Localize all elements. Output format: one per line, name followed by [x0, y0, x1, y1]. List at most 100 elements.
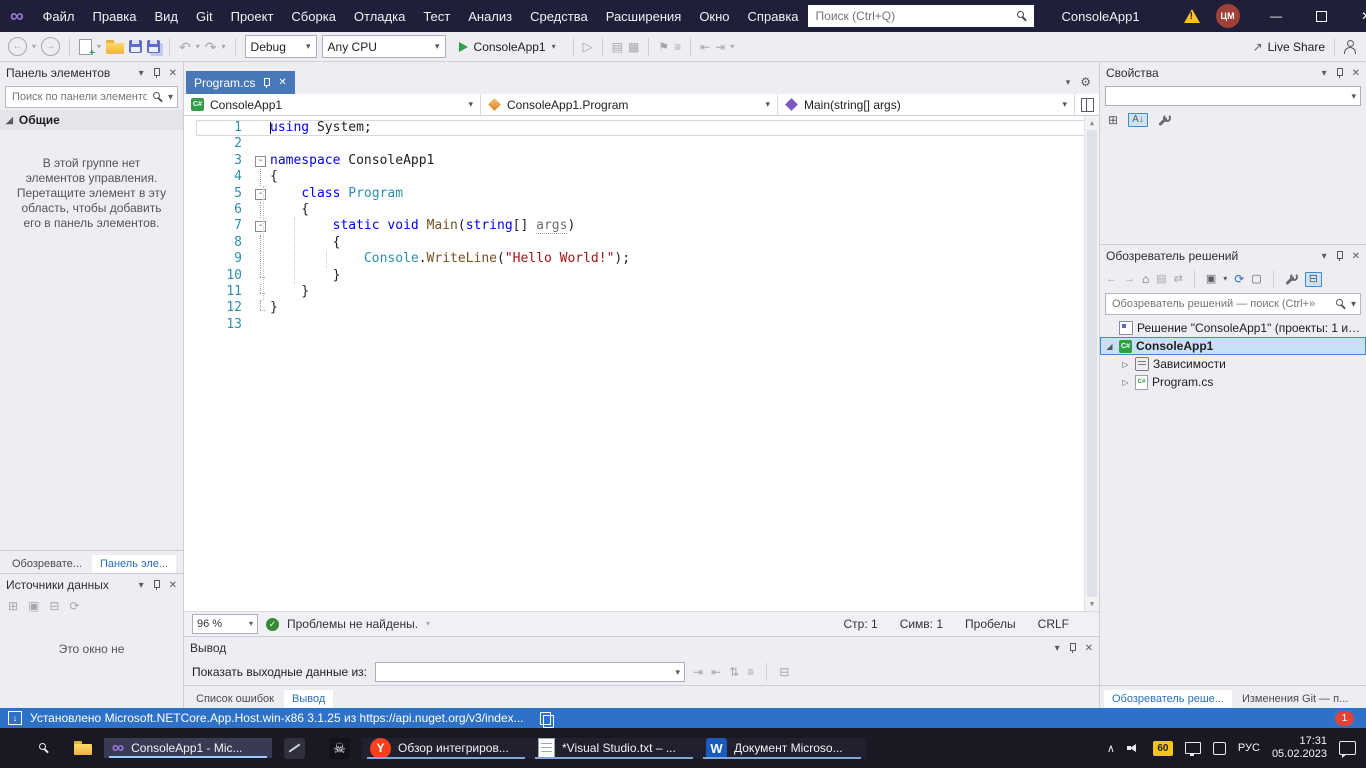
- output-header[interactable]: Вывод ▾ ✕: [184, 637, 1099, 659]
- taskbar-clock[interactable]: 17:31 05.02.2023: [1272, 735, 1327, 761]
- data-sources-header[interactable]: Источники данных ▾ ✕: [0, 574, 183, 596]
- code-line[interactable]: 3namespace ConsoleApp1: [196, 153, 1099, 169]
- menu-item[interactable]: Файл: [34, 0, 84, 32]
- chevron-down-icon[interactable]: ▾: [168, 92, 173, 103]
- menu-item[interactable]: Анализ: [459, 0, 521, 32]
- tool-tab[interactable]: Список ошибок: [188, 690, 282, 708]
- tool-tab[interactable]: Обозреватель реше...: [1104, 690, 1232, 708]
- feedback-person-icon[interactable]: [1344, 40, 1356, 53]
- close-button[interactable]: ✕: [1344, 0, 1366, 32]
- quick-search-input[interactable]: [814, 8, 1017, 24]
- line-ending-indicator[interactable]: CRLF: [1038, 617, 1069, 631]
- solution-configuration-dropdown[interactable]: Debug ▾: [245, 35, 317, 58]
- tool-tab[interactable]: Обозревате...: [4, 555, 90, 573]
- copy-icon[interactable]: [540, 712, 551, 725]
- tree-item[interactable]: ▷C#Program.cs: [1100, 373, 1366, 391]
- fold-collapse-icon[interactable]: [252, 186, 270, 202]
- solution-search-input[interactable]: [1110, 297, 1332, 311]
- caret-line-indicator[interactable]: Стр: 1: [844, 617, 878, 631]
- properties-object-dropdown[interactable]: ▾: [1105, 86, 1361, 106]
- menu-item[interactable]: Отладка: [345, 0, 414, 32]
- add-data-source-icon[interactable]: ⊞: [8, 600, 18, 612]
- code-line[interactable]: 1using System;: [196, 120, 1099, 136]
- code-line[interactable]: 12}: [196, 300, 1099, 316]
- undo-button[interactable]: ↶: [179, 40, 191, 54]
- properties-wrench-icon[interactable]: [1285, 273, 1298, 286]
- document-outline-button[interactable]: ▦: [628, 41, 639, 53]
- categorized-view-icon[interactable]: ⊞: [1108, 114, 1118, 126]
- network-display-icon[interactable]: [1185, 742, 1201, 754]
- show-all-files-icon[interactable]: ▣: [1206, 274, 1216, 285]
- close-tab-icon[interactable]: ✕: [278, 77, 286, 88]
- pin-icon[interactable]: [152, 67, 161, 79]
- search-icon[interactable]: [1017, 11, 1028, 22]
- menu-item[interactable]: Вид: [145, 0, 187, 32]
- tool-tab[interactable]: Панель эле...: [92, 555, 176, 573]
- health-check-icon[interactable]: ✓: [266, 618, 279, 631]
- tree-item[interactable]: ◢C#ConsoleApp1: [1100, 337, 1366, 355]
- menu-item[interactable]: Тест: [414, 0, 459, 32]
- back-icon[interactable]: ←: [1106, 274, 1117, 285]
- pin-tab-icon[interactable]: [262, 77, 271, 89]
- pin-icon[interactable]: [1335, 250, 1344, 262]
- chevron-down-icon[interactable]: ▾: [1322, 68, 1327, 79]
- scrollbar-thumb[interactable]: [1087, 130, 1097, 597]
- find-previous-icon[interactable]: ⇤: [711, 666, 721, 678]
- search-icon[interactable]: [1336, 299, 1347, 310]
- find-in-files-button[interactable]: ▤: [612, 41, 623, 53]
- keyboard-language-indicator[interactable]: РУС: [1238, 742, 1260, 754]
- start-without-debugging-button[interactable]: ▷: [583, 40, 593, 53]
- volume-icon[interactable]: [1127, 742, 1141, 754]
- code-line[interactable]: 7 static void Main(string[] args): [196, 218, 1099, 234]
- breadcrumb-dropdown[interactable]: ConsoleApp1.Program▾: [481, 94, 778, 115]
- solution-platform-dropdown[interactable]: Any CPU ▾: [322, 35, 446, 58]
- breadcrumb-dropdown[interactable]: C#ConsoleApp1▾: [184, 94, 481, 115]
- open-file-button[interactable]: [106, 40, 124, 54]
- tree-item[interactable]: Решение "ConsoleApp1" (проекты: 1 из 1): [1100, 319, 1366, 337]
- toolbox-header[interactable]: Панель элементов ▾ ✕: [0, 62, 183, 84]
- unindent-button[interactable]: ⇤: [700, 41, 710, 53]
- navigate-back-button[interactable]: ←: [8, 37, 27, 56]
- action-center-icon[interactable]: [1339, 741, 1356, 755]
- word-wrap-icon[interactable]: ≡: [747, 666, 754, 678]
- new-file-dropdown-icon[interactable]: ▾: [97, 43, 101, 51]
- health-chevron-icon[interactable]: ▾: [426, 620, 430, 628]
- code-line[interactable]: 11 }: [196, 284, 1099, 300]
- scroll-up-icon[interactable]: ▲: [1085, 119, 1099, 127]
- split-editor-button[interactable]: [1075, 94, 1099, 115]
- active-files-chevron-icon[interactable]: ▾: [1066, 78, 1071, 87]
- properties-header[interactable]: Свойства ▾ ✕: [1100, 62, 1366, 84]
- start-debugging-button[interactable]: ConsoleApp1 ▾: [451, 34, 564, 59]
- tool-tab[interactable]: Изменения Git — п...: [1234, 690, 1356, 708]
- collapsed-expander-icon[interactable]: ▷: [1120, 378, 1131, 387]
- chevron-down-icon[interactable]: ▾: [1351, 299, 1356, 310]
- quick-search-box[interactable]: [808, 5, 1034, 27]
- spaces-indicator[interactable]: Пробелы: [965, 617, 1016, 631]
- taskbar-explorer-button[interactable]: [62, 741, 104, 755]
- breadcrumb-dropdown[interactable]: Main(string[] args)▾: [778, 94, 1075, 115]
- editor-vertical-scrollbar[interactable]: ▲ ▼: [1084, 116, 1099, 611]
- refresh-icon[interactable]: ⟳: [69, 600, 79, 612]
- redo-button[interactable]: ↷: [205, 40, 217, 54]
- menu-item[interactable]: Проект: [222, 0, 283, 32]
- refresh-icon[interactable]: ⟳: [1234, 273, 1244, 285]
- close-icon[interactable]: ✕: [1085, 643, 1093, 654]
- sync-with-active-document-icon[interactable]: ⇄: [1174, 274, 1183, 285]
- forward-icon[interactable]: →: [1124, 274, 1135, 285]
- save-button[interactable]: [129, 40, 142, 53]
- find-message-icon[interactable]: ⇥: [693, 666, 703, 678]
- edit-data-source-icon[interactable]: ▣: [28, 600, 39, 612]
- maximize-button[interactable]: [1299, 0, 1344, 32]
- chevron-down-icon[interactable]: ▾: [139, 580, 144, 591]
- alphabetical-sort-icon[interactable]: А↓: [1128, 113, 1148, 127]
- taskbar-yandex-window-button[interactable]: YОбзор интегриров...: [362, 738, 530, 759]
- taskbar-vs-window-button[interactable]: ∞ConsoleApp1 - Mic...: [104, 738, 272, 758]
- tray-app-icon[interactable]: [1213, 742, 1226, 755]
- hidden-icons-chevron-icon[interactable]: ∧: [1107, 742, 1115, 755]
- solution-search-box[interactable]: ▾: [1105, 293, 1361, 315]
- minimize-button[interactable]: —: [1254, 0, 1299, 32]
- code-line[interactable]: 9 Console.WriteLine("Hello World!");: [196, 251, 1099, 267]
- code-line[interactable]: 4{: [196, 169, 1099, 185]
- menu-item[interactable]: Средства: [521, 0, 597, 32]
- user-avatar[interactable]: ЦМ: [1216, 4, 1240, 28]
